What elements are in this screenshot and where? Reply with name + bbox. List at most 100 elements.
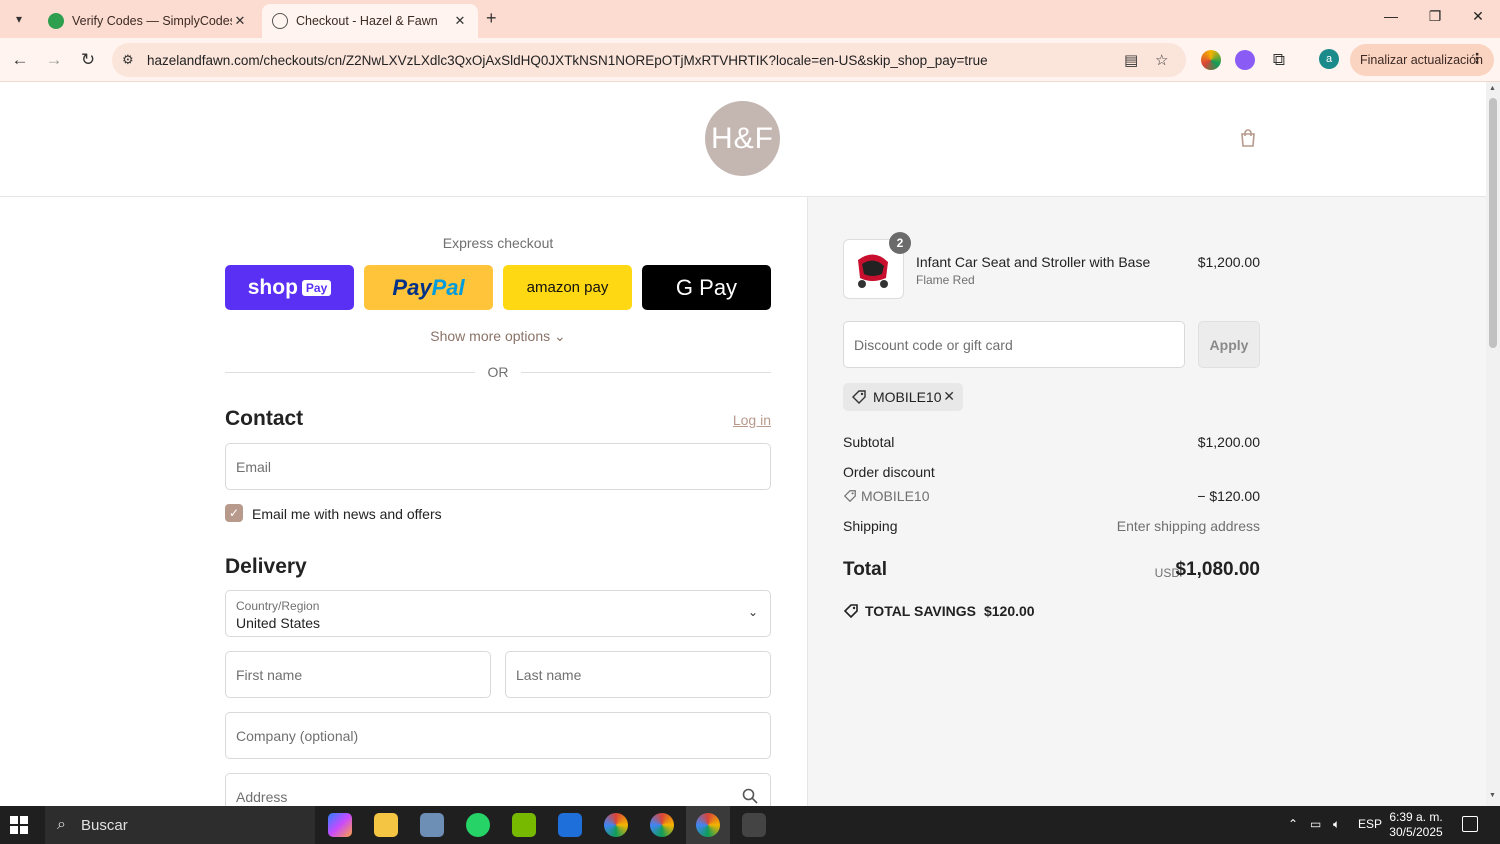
product-name: Infant Car Seat and Stroller with Base [916, 254, 1151, 270]
tab-simplycodes[interactable]: Verify Codes — SimplyCodes ✕ [38, 4, 258, 38]
close-window-icon[interactable]: ✕ [1463, 8, 1493, 25]
browser-toolbar: ← → ↻ ⚙ hazelandfawn.com/checkouts/cn/Z2… [0, 38, 1500, 82]
store-logo[interactable]: H&F [705, 101, 780, 176]
chevron-down-icon: ⌄ [554, 328, 566, 344]
product-price: $1,200.00 [1197, 254, 1260, 270]
back-icon[interactable]: ← [8, 48, 32, 72]
extensions-puzzle-icon[interactable]: ⧉ [1267, 48, 1291, 72]
address-field[interactable]: Address [225, 773, 771, 806]
chrome-icon[interactable] [650, 813, 674, 837]
tab-checkout[interactable]: Checkout - Hazel & Fawn ✕ [262, 4, 478, 38]
restore-icon[interactable]: ❐ [1420, 8, 1450, 25]
app-icon[interactable] [742, 813, 766, 837]
copilot-icon[interactable] [328, 813, 352, 837]
remove-discount-icon[interactable]: ✕ [943, 388, 955, 405]
google-pay-label: G Pay [675, 274, 738, 300]
address-bar[interactable]: ⚙ hazelandfawn.com/checkouts/cn/Z2NwLXVz… [112, 43, 1186, 77]
discount-placeholder: Discount code or gift card [854, 337, 1013, 353]
discount-code-row: MOBILE10 [843, 488, 929, 504]
amazon-pay-button[interactable]: amazon pay [503, 265, 632, 310]
scrollbar-thumb[interactable] [1489, 98, 1497, 348]
tag-icon [843, 490, 856, 503]
network-icon[interactable]: ▭ [1310, 817, 1321, 831]
chrome-icon[interactable] [604, 813, 628, 837]
extension-icon[interactable] [1235, 50, 1255, 70]
company-field[interactable]: Company (optional) [225, 712, 771, 759]
minimize-icon[interactable]: — [1376, 8, 1406, 24]
first-name-placeholder: First name [236, 667, 303, 683]
windows-taskbar: ⌕ Buscar ⌃ ▭ 🔈︎ ESP 6:39 a. m. 30/5/2025 [0, 806, 1500, 844]
discount-code-input[interactable]: Discount code or gift card [843, 321, 1185, 368]
taskbar-search[interactable]: ⌕ Buscar [45, 806, 315, 844]
savings-label: TOTAL SAVINGS [865, 603, 976, 619]
chrome-icon[interactable] [696, 813, 720, 837]
nvidia-icon[interactable] [512, 813, 536, 837]
site-info-icon[interactable]: ⚙ [122, 52, 138, 68]
paypal-label-pal: Pal [431, 274, 465, 300]
email-field[interactable]: Email [225, 443, 771, 490]
new-tab-icon[interactable]: + [486, 8, 497, 29]
contact-title: Contact [225, 407, 304, 430]
url-text: hazelandfawn.com/checkouts/cn/Z2NwLXVzLX… [147, 53, 988, 68]
notifications-icon[interactable] [1462, 816, 1478, 832]
savings-value: $120.00 [983, 603, 1035, 619]
extension-icon[interactable] [1201, 50, 1221, 70]
applied-discount-chip: MOBILE10 ✕ [843, 383, 963, 411]
app-icon[interactable] [420, 813, 444, 837]
first-name-field[interactable]: First name [225, 651, 491, 698]
search-icon: ⌕ [57, 816, 66, 833]
tab-search-icon[interactable]: ▾ [8, 8, 30, 30]
browser-tab-bar: ▾ Verify Codes — SimplyCodes ✕ Checkout … [0, 0, 1500, 38]
whatsapp-icon[interactable] [466, 813, 490, 837]
more-menu-icon[interactable]: ⋮ [1470, 50, 1484, 67]
language-indicator[interactable]: ESP [1358, 817, 1382, 831]
simplycodes-favicon-icon [48, 13, 64, 29]
tab-title: Verify Codes — SimplyCodes [72, 14, 232, 28]
update-button[interactable]: Finalizar actualización ⋮ [1350, 44, 1494, 76]
search-icon [742, 788, 758, 804]
scroll-up-icon[interactable]: ▲ [1489, 85, 1496, 92]
translate-icon[interactable]: ▤ [1124, 51, 1138, 69]
total-value: $1,080.00 [1175, 559, 1260, 580]
system-clock[interactable]: 6:39 a. m. 30/5/2025 [1380, 810, 1452, 840]
login-link[interactable]: Log in [700, 412, 771, 428]
last-name-field[interactable]: Last name [505, 651, 771, 698]
address-placeholder: Address [236, 789, 288, 805]
total-savings: TOTAL SAVINGS $120.00 [843, 603, 1035, 619]
shop-pay-button[interactable]: shop Pay [225, 265, 354, 310]
discount-value: − $120.00 [1197, 488, 1260, 504]
country-select[interactable]: Country/Region United States ⌄ [225, 590, 771, 637]
show-more-options-link[interactable]: Show more options ⌄ [225, 328, 771, 345]
order-discount-label: Order discount [843, 464, 935, 480]
close-tab-icon[interactable]: ✕ [452, 13, 468, 29]
scroll-down-icon[interactable]: ▼ [1489, 792, 1496, 799]
close-tab-icon[interactable]: ✕ [232, 13, 248, 29]
globe-icon [272, 13, 288, 29]
taskbar-search-text: Buscar [81, 816, 128, 834]
forward-icon[interactable]: → [42, 48, 66, 72]
reload-icon[interactable]: ↻ [76, 48, 100, 72]
shipping-value: Enter shipping address [1116, 518, 1260, 534]
delivery-title: Delivery [225, 555, 307, 578]
page-scrollbar[interactable]: ▲ ▼ [1486, 82, 1500, 806]
cart-bag-icon[interactable] [1238, 128, 1258, 148]
volume-icon[interactable]: 🔈︎ [1333, 817, 1340, 832]
apply-button[interactable]: Apply [1198, 321, 1260, 368]
tab-title: Checkout - Hazel & Fawn [296, 14, 438, 28]
file-explorer-icon[interactable] [374, 813, 398, 837]
subtotal-label: Subtotal [843, 434, 895, 450]
paypal-button[interactable]: Pay Pal [364, 265, 493, 310]
show-hidden-icons-icon[interactable]: ⌃ [1288, 817, 1298, 831]
chevron-down-icon: ⌄ [747, 605, 758, 619]
google-pay-button[interactable]: G Pay [642, 265, 771, 310]
app-icon[interactable] [558, 813, 582, 837]
country-value: United States [236, 615, 321, 631]
windows-start-icon[interactable] [10, 816, 28, 834]
newsletter-checkbox[interactable]: ✓ [225, 504, 243, 522]
bookmark-star-icon[interactable]: ☆ [1155, 51, 1168, 69]
applied-code-text: MOBILE10 [873, 389, 942, 405]
profile-avatar[interactable]: a [1319, 49, 1339, 69]
amazon-pay-label: amazon pay [526, 279, 609, 296]
update-label: Finalizar actualización [1360, 53, 1483, 67]
or-divider: OR [225, 364, 771, 382]
